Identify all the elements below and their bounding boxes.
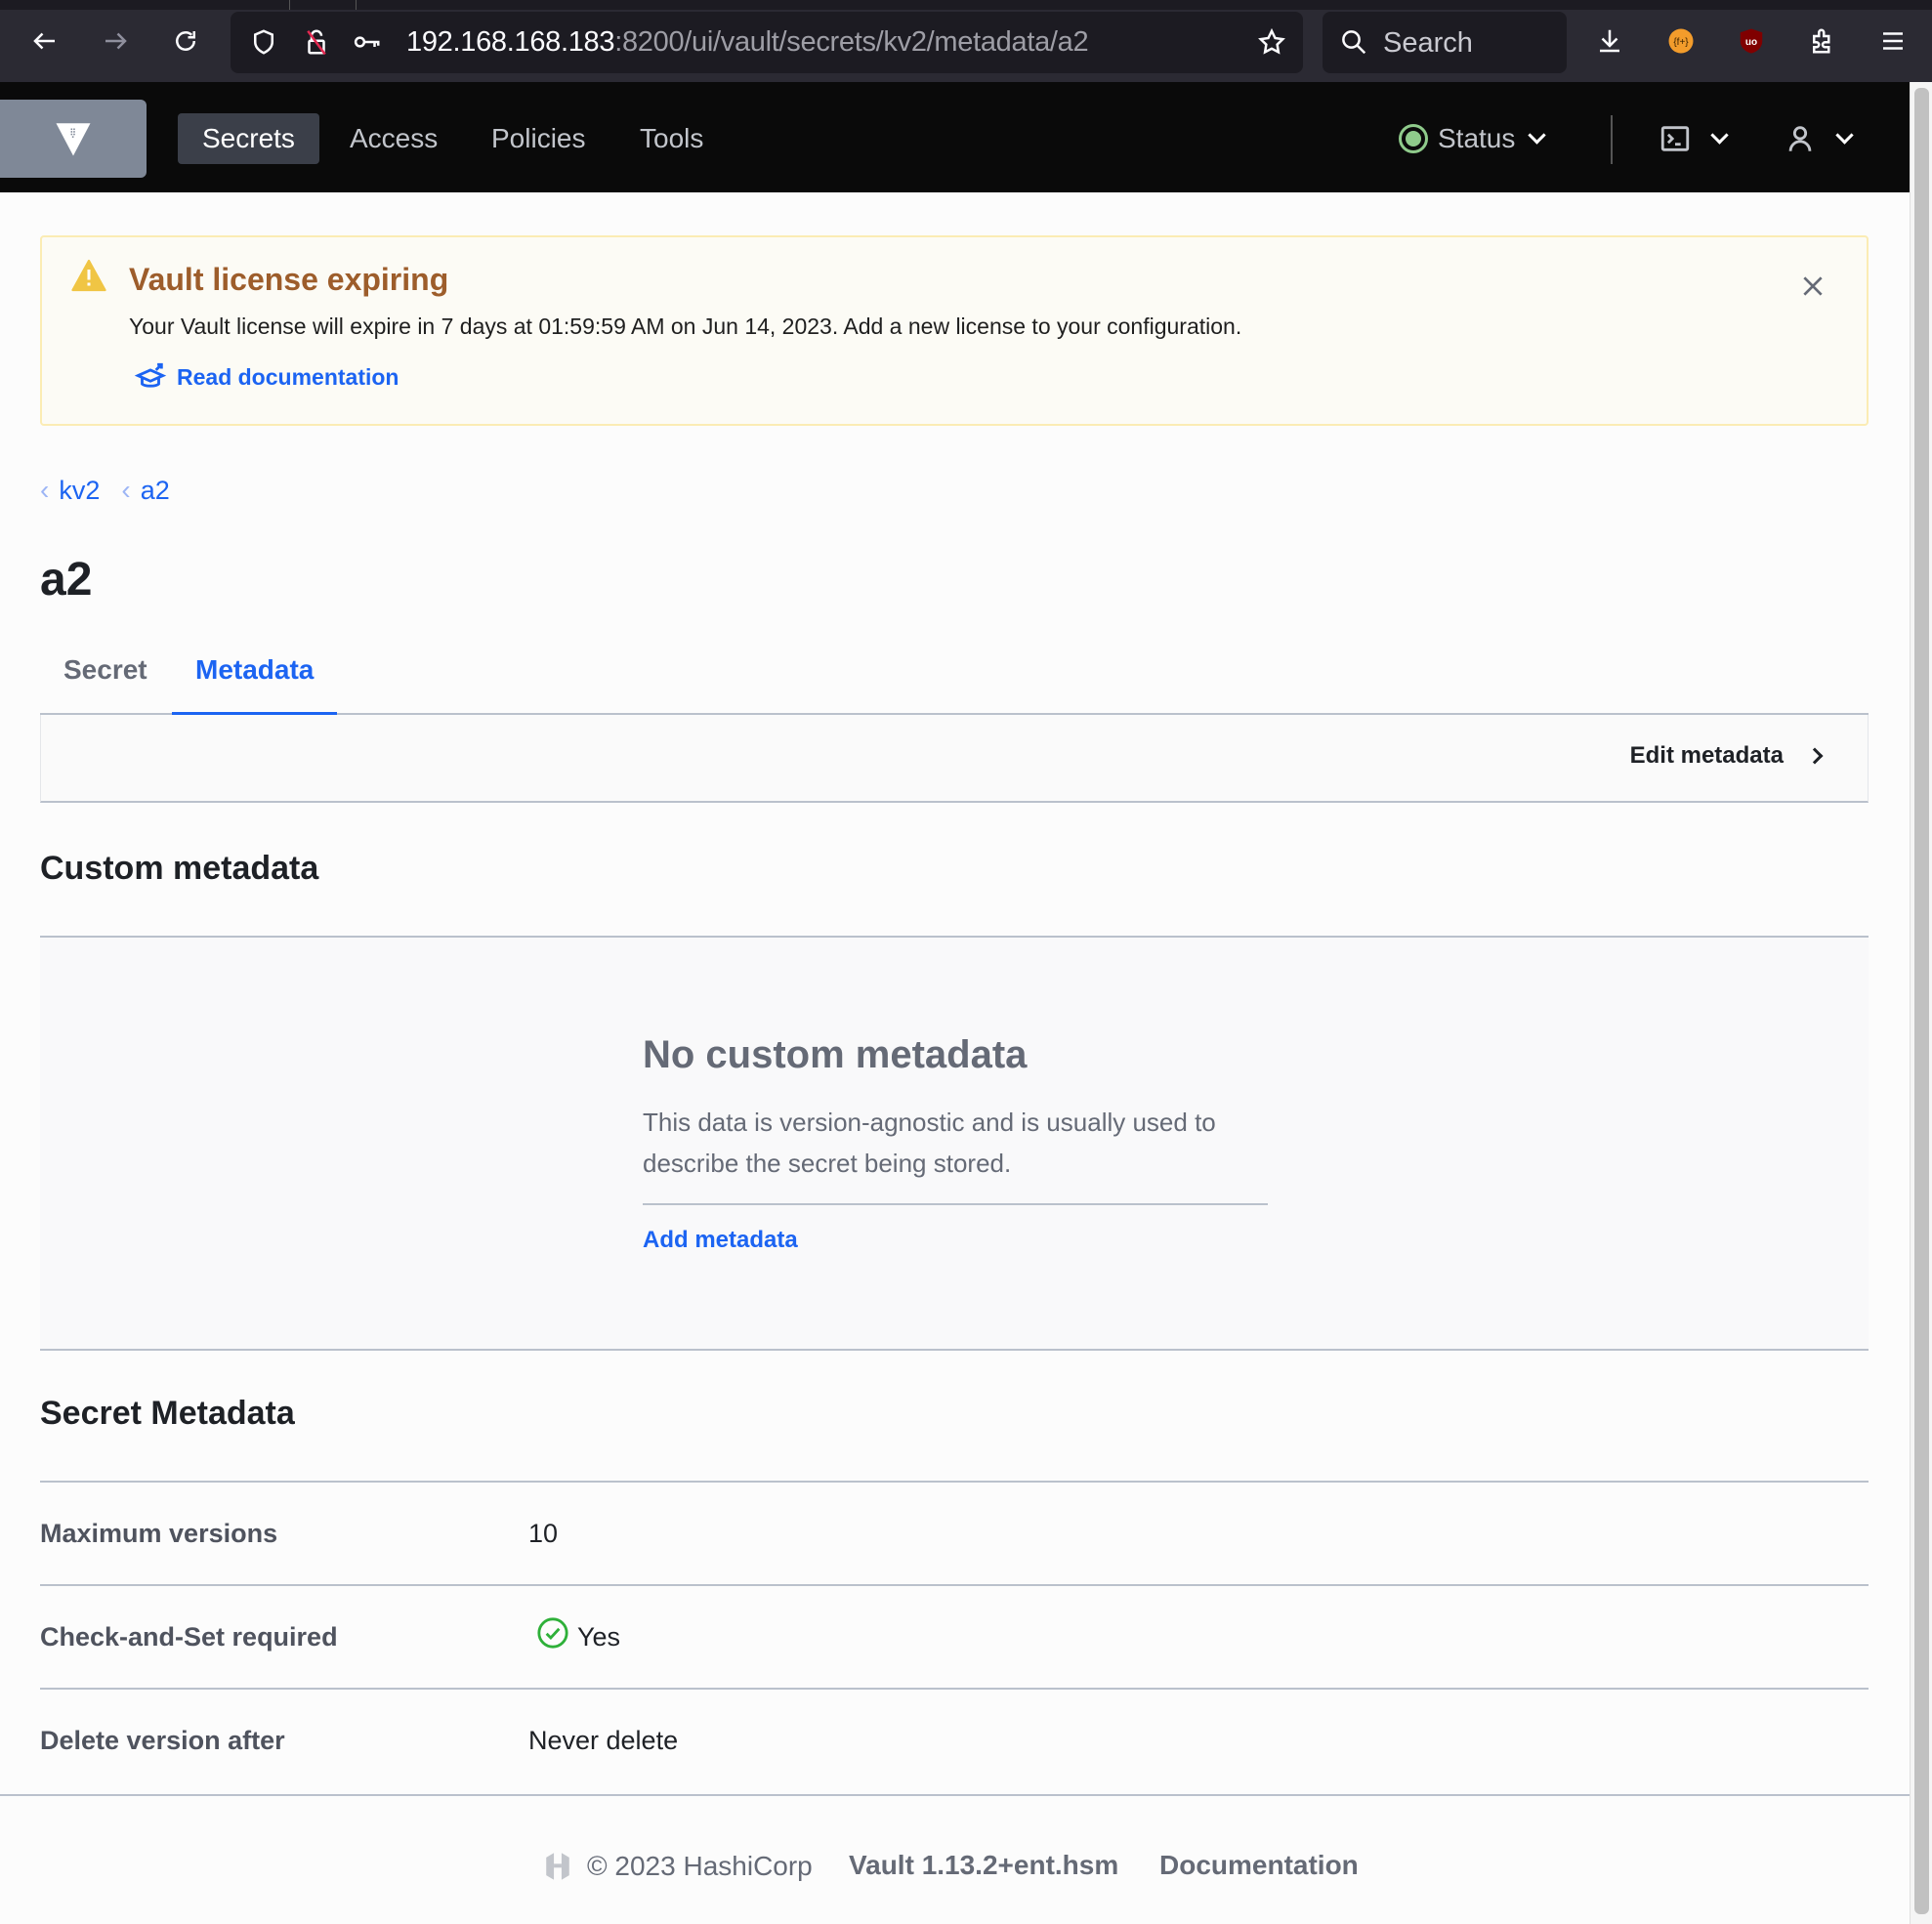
alert-message: Your Vault license will expire in 7 days… (129, 314, 1242, 339)
edit-metadata-button[interactable]: Edit metadata (1630, 742, 1824, 770)
alert-title: Vault license expiring (129, 262, 449, 297)
metadata-key: Check-and-Set required (40, 1622, 338, 1652)
empty-state-title: No custom metadata (643, 1033, 1028, 1076)
footer: © 2023 HashiCorp Vault 1.13.2+ent.hsm Do… (0, 1794, 1910, 1924)
metadata-key: Maximum versions (40, 1519, 278, 1548)
user-menu-button[interactable] (1784, 111, 1854, 166)
forward-icon[interactable] (98, 23, 133, 59)
tab-metadata[interactable]: Metadata (172, 650, 338, 716)
nav-policies[interactable]: Policies (467, 113, 609, 164)
browser-search-box[interactable]: Search (1323, 12, 1567, 73)
metadata-key: Delete version after (40, 1726, 285, 1755)
insecure-lock-icon[interactable] (299, 24, 334, 60)
menu-icon[interactable] (1875, 23, 1911, 59)
add-metadata-link[interactable]: Add metadata (643, 1227, 798, 1254)
nav-secrets[interactable]: Secrets (178, 113, 319, 164)
status-label: Status (1438, 123, 1516, 153)
nav-divider (1611, 115, 1613, 164)
status-menu-button[interactable]: Status (1399, 111, 1547, 166)
metadata-value: Yes (536, 1616, 620, 1652)
secret-metadata-heading: Secret Metadata (40, 1395, 295, 1432)
back-icon[interactable] (27, 23, 63, 59)
breadcrumb: ‹ kv2 ‹ a2 (40, 475, 191, 506)
svg-text:{f+}: {f+} (1673, 37, 1689, 48)
search-icon (1336, 24, 1371, 60)
chevron-right-icon (1806, 747, 1824, 765)
vault-navbar: Secrets Access Policies Tools Status (0, 82, 1910, 192)
nav-tools[interactable]: Tools (615, 113, 728, 164)
tab-secret[interactable]: Secret (40, 650, 171, 715)
vault-logo-button[interactable] (0, 100, 147, 178)
vault-logo-icon (56, 123, 91, 156)
metadata-value: 10 (528, 1519, 559, 1548)
tab-separator (289, 0, 290, 10)
breadcrumb-a2[interactable]: ‹ a2 (121, 475, 169, 506)
metadata-row: Check-and-Set required Yes (40, 1584, 1869, 1688)
close-alert-button[interactable] (1800, 272, 1826, 304)
bookmark-star-icon[interactable] (1254, 24, 1289, 60)
nav-access[interactable]: Access (325, 113, 462, 164)
svg-text:uo: uo (1745, 37, 1757, 48)
user-icon (1788, 126, 1812, 151)
console-menu-button[interactable] (1659, 111, 1729, 166)
footer-copyright: © 2023 HashiCorp (542, 1850, 813, 1883)
tab-strip (0, 0, 1932, 10)
metadata-toolbar: Edit metadata (40, 715, 1869, 803)
chevron-left-icon: ‹ (121, 475, 131, 505)
browser-toolbar: 192.168.168.183:8200/ui/vault/secrets/kv… (0, 0, 1932, 82)
footer-documentation-link[interactable]: Documentation (1159, 1850, 1359, 1881)
ublock-icon[interactable]: uo (1734, 23, 1769, 59)
tab-separator (356, 0, 357, 10)
metadata-value: Never delete (528, 1726, 679, 1755)
empty-state-divider (643, 1203, 1268, 1205)
chevron-left-icon: ‹ (40, 475, 50, 505)
warning-icon (71, 259, 106, 292)
metadata-row: Maximum versions 10 (40, 1481, 1869, 1584)
page-title: a2 (40, 554, 93, 606)
footer-version: Vault 1.13.2+ent.hsm (849, 1850, 1119, 1880)
shield-icon[interactable] (246, 24, 281, 60)
page-scrollbar[interactable] (1910, 82, 1932, 1924)
check-circle-icon (537, 1616, 568, 1649)
chevron-down-icon (1835, 125, 1854, 145)
close-icon (1803, 276, 1823, 296)
hashicorp-logo-icon (546, 1853, 569, 1880)
key-icon[interactable] (350, 24, 385, 60)
custom-metadata-heading: Custom metadata (40, 850, 319, 887)
read-documentation-link[interactable]: Read documentation (134, 360, 399, 394)
chevron-down-icon (1710, 125, 1729, 145)
license-expiring-alert: Vault license expiring Your Vault licens… (40, 235, 1869, 426)
extensions-puzzle-icon[interactable] (1805, 23, 1840, 59)
url-text[interactable]: 192.168.168.183:8200/ui/vault/secrets/kv… (406, 26, 1089, 59)
tab-bar: Secret Metadata (40, 650, 1869, 716)
empty-state-message: This data is version-agnostic and is usu… (643, 1108, 1216, 1178)
reload-icon[interactable] (168, 23, 203, 59)
breadcrumb-kv2[interactable]: ‹ kv2 (40, 475, 100, 506)
chevron-down-icon (1528, 125, 1547, 145)
search-placeholder: Search (1383, 27, 1473, 59)
custom-metadata-empty-state: No custom metadata This data is version-… (40, 936, 1869, 1351)
url-bar[interactable]: 192.168.168.183:8200/ui/vault/secrets/kv… (231, 12, 1303, 73)
status-indicator-icon (1399, 124, 1428, 153)
learn-icon (134, 362, 167, 388)
download-icon[interactable] (1592, 23, 1627, 59)
metadata-row: Delete version after Never delete (40, 1688, 1869, 1791)
extension-fplus-icon[interactable]: {f+} (1663, 23, 1699, 59)
secret-metadata-table: Maximum versions 10 Check-and-Set requir… (40, 1481, 1869, 1791)
terminal-icon (1660, 126, 1690, 151)
scrollbar-thumb[interactable] (1914, 88, 1929, 1914)
